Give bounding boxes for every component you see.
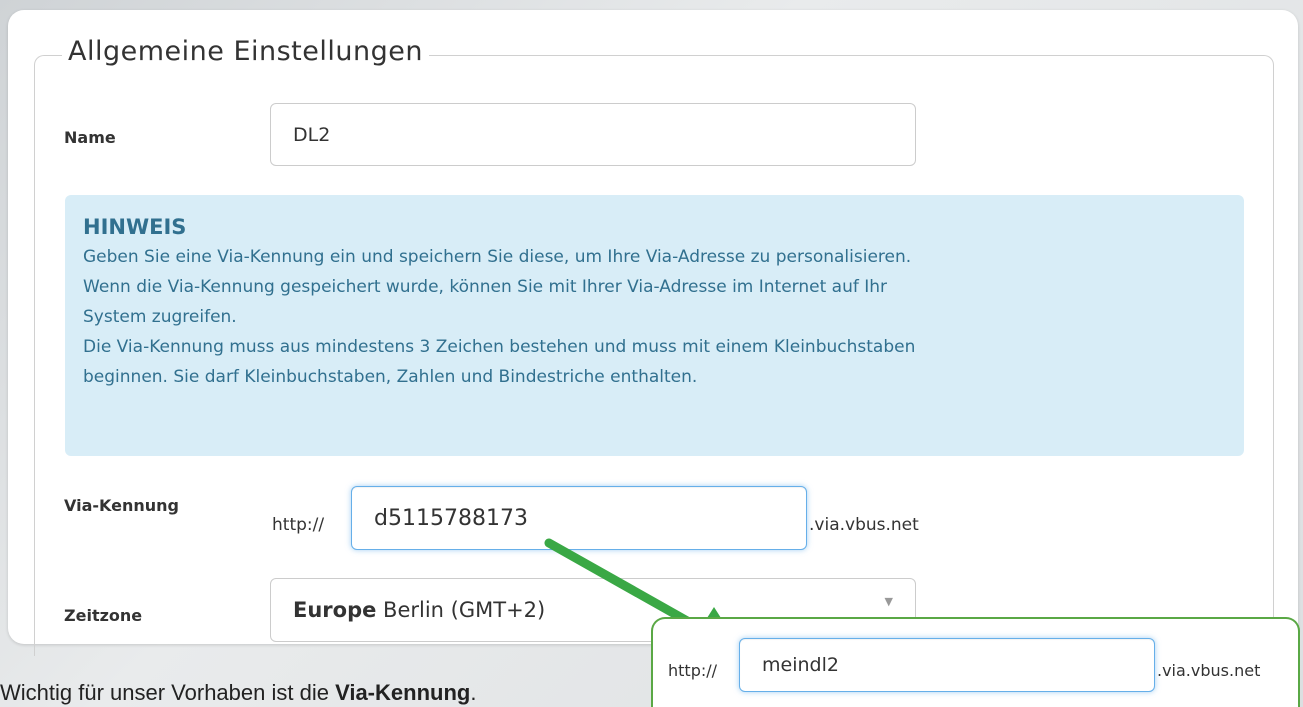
caption-after: . bbox=[470, 680, 477, 705]
name-input-value: DL2 bbox=[293, 123, 331, 146]
hint-line: beginnen. Sie darf Kleinbuchstaben, Zahl… bbox=[83, 367, 698, 387]
name-label: Name bbox=[64, 128, 116, 147]
via-label: Via-Kennung bbox=[64, 496, 180, 515]
callout-via-input: meindl2 bbox=[739, 638, 1155, 692]
caption-emphasis: Via-Kennung bbox=[335, 680, 471, 705]
hint-line: System zugreifen. bbox=[83, 307, 237, 327]
via-suffix: .via.vbus.net bbox=[809, 515, 919, 535]
timezone-region: Europe bbox=[293, 598, 377, 622]
callout-prefix: http:// bbox=[668, 661, 718, 680]
callout-suffix: .via.vbus.net bbox=[1157, 661, 1261, 680]
caption-text: Wichtig für unser Vorhaben ist die Via-K… bbox=[0, 680, 476, 706]
callout-value: meindl2 bbox=[762, 654, 839, 676]
hint-line: Wenn die Via-Kennung gespeichert wurde, … bbox=[83, 277, 888, 297]
via-prefix: http:// bbox=[272, 515, 325, 535]
section-legend: Allgemeine Einstellungen bbox=[62, 36, 429, 67]
via-kennung-input[interactable]: d5115788173 bbox=[351, 486, 807, 550]
triangle-down-icon: ▼ bbox=[884, 595, 893, 608]
timezone-label: Zeitzone bbox=[64, 606, 143, 625]
hint-alert: HINWEIS Geben Sie eine Via-Kennung ein u… bbox=[65, 195, 1244, 456]
hint-line: Die Via-Kennung muss aus mindestens 3 Ze… bbox=[83, 337, 916, 357]
timezone-city: Berlin (GMT+2) bbox=[383, 598, 546, 622]
hint-line: Geben Sie eine Via-Kennung ein und speic… bbox=[83, 247, 912, 267]
name-input[interactable]: DL2 bbox=[270, 103, 916, 166]
via-kennung-value: d5115788173 bbox=[374, 505, 528, 531]
caption-before: Wichtig für unser Vorhaben ist die bbox=[0, 680, 336, 705]
hint-title: HINWEIS bbox=[83, 215, 187, 239]
